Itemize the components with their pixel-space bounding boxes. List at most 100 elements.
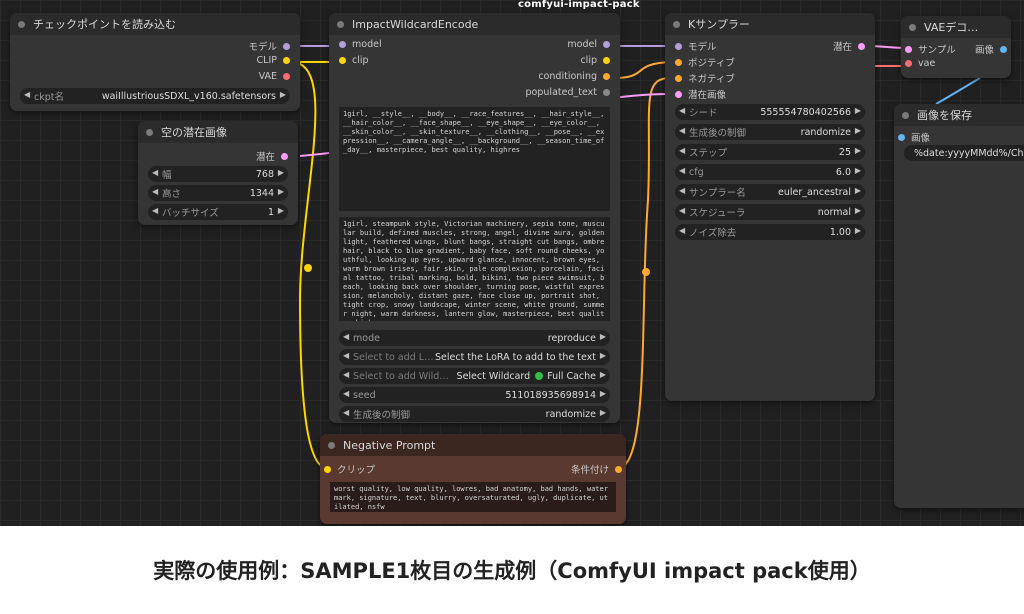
lora-select[interactable]: ◀ Select to add L… Select the LoRA to add … (339, 349, 610, 365)
arrow-left-icon[interactable]: ◀ (24, 90, 30, 99)
arrow-right-icon[interactable]: ▶ (855, 206, 861, 215)
input-positive[interactable]: ポジティブ (675, 55, 735, 69)
denoise-widget[interactable]: ◀ ノイズ除去 1.00 ▶ (675, 224, 865, 240)
collapse-dot-icon[interactable] (328, 441, 335, 449)
node-title-bar[interactable]: 空の潜在画像 (138, 121, 298, 143)
input-clip[interactable]: クリップ (324, 462, 375, 476)
conditioning-socket-icon[interactable] (615, 465, 622, 473)
latent-socket-icon[interactable] (905, 45, 912, 53)
collapse-dot-icon[interactable] (146, 128, 153, 136)
output-latent[interactable]: 潜在 (833, 39, 865, 53)
mode-select[interactable]: ◀ mode reproduce ▶ (339, 330, 610, 346)
control-after-generate-select[interactable]: ◀ 生成後の制御 randomize ▶ (675, 124, 865, 140)
input-vae[interactable]: vae (905, 58, 935, 69)
cfg-widget[interactable]: ◀ cfg 6.0 ▶ (675, 164, 865, 180)
output-clip[interactable]: CLIP (257, 55, 290, 66)
height-widget[interactable]: ◀ 高さ 1344 ▶ (148, 185, 288, 201)
negative-text-area[interactable]: worst quality, low quality, lowres, bad … (330, 482, 616, 512)
checkpoint-loader-node[interactable]: チェックポイントを読み込む モデル CLIP VAE ◀ ckpt名 waiIl… (10, 13, 300, 111)
clip-socket-icon[interactable] (324, 465, 331, 473)
arrow-left-icon[interactable]: ◀ (679, 146, 685, 155)
output-model[interactable]: model (567, 39, 610, 50)
input-model[interactable]: モデル (675, 39, 717, 53)
model-socket-icon[interactable] (339, 41, 346, 48)
input-samples[interactable]: サンプル (905, 42, 956, 56)
collapse-dot-icon[interactable] (673, 20, 680, 28)
arrow-right-icon[interactable]: ▶ (600, 332, 606, 341)
vae-socket-icon[interactable] (283, 73, 290, 80)
width-widget[interactable]: ◀ 幅 768 ▶ (148, 166, 288, 182)
arrow-right-icon[interactable]: ▶ (600, 408, 606, 417)
seed-widget[interactable]: ◀ seed 511018935698914 ▶ (339, 387, 610, 403)
output-latent[interactable]: 潜在 (256, 149, 288, 163)
model-socket-icon[interactable] (283, 42, 290, 50)
arrow-left-icon[interactable]: ◀ (343, 351, 349, 360)
arrow-left-icon[interactable]: ◀ (679, 166, 685, 175)
filename-prefix-input[interactable]: %date:yyyyMMdd%/Cha (904, 145, 1024, 161)
clip-socket-icon[interactable] (339, 57, 346, 64)
node-canvas[interactable]: comfyui-impact-pack チェックポイントを読み込む モデル CL… (0, 0, 1024, 526)
node-title-bar[interactable]: 画像を保存 (894, 104, 1024, 126)
image-socket-icon[interactable] (1000, 45, 1007, 53)
vae-decode-node[interactable]: VAEデコ… サンプル 画像 vae (901, 16, 1011, 78)
control-after-generate-select[interactable]: ◀ 生成後の制御 randomize ▶ (339, 406, 610, 422)
image-socket-icon[interactable] (898, 133, 905, 141)
model-socket-icon[interactable] (603, 41, 610, 48)
impact-wildcard-encode-node[interactable]: ImpactWildcardEncode model model clip cl… (329, 13, 620, 423)
arrow-right-icon[interactable]: ▶ (600, 351, 606, 360)
node-title-bar[interactable]: Kサンプラー (665, 13, 875, 35)
vae-socket-icon[interactable] (905, 60, 912, 67)
arrow-left-icon[interactable]: ◀ (343, 389, 349, 398)
clip-socket-icon[interactable] (603, 57, 610, 64)
arrow-right-icon[interactable]: ▶ (855, 226, 861, 235)
arrow-left-icon[interactable]: ◀ (679, 206, 685, 215)
collapse-dot-icon[interactable] (909, 23, 916, 31)
input-negative[interactable]: ネガティブ (675, 71, 735, 85)
node-title-bar[interactable]: チェックポイントを読み込む (10, 13, 300, 35)
seed-widget[interactable]: ◀ シード 555554780402566 ▶ (675, 104, 865, 120)
latent-socket-icon[interactable] (858, 42, 865, 50)
node-title-bar[interactable]: ImpactWildcardEncode (329, 13, 620, 35)
ckpt-name-select[interactable]: ◀ ckpt名 waiIllustriousSDXL_v160.safetens… (20, 88, 290, 104)
output-vae[interactable]: VAE (259, 71, 290, 82)
arrow-right-icon[interactable]: ▶ (855, 106, 861, 115)
arrow-right-icon[interactable]: ▶ (278, 187, 284, 196)
ksampler-node[interactable]: Kサンプラー モデル 潜在 ポジティブ ネガティブ 潜在画像 ◀ シード 55555… (665, 13, 875, 401)
sampler-name-select[interactable]: ◀ サンプラー名 euler_ancestral ▶ (675, 184, 865, 200)
output-model[interactable]: モデル (248, 39, 290, 53)
input-latent[interactable]: 潜在画像 (675, 87, 726, 101)
arrow-left-icon[interactable]: ◀ (679, 186, 685, 195)
arrow-left-icon[interactable]: ◀ (679, 126, 685, 135)
output-populated-text[interactable]: populated_text (526, 87, 610, 98)
conditioning-socket-icon[interactable] (675, 58, 682, 66)
output-clip[interactable]: clip (580, 55, 610, 66)
populated-text-area[interactable]: 1girl, steampunk style, Victorian machin… (339, 217, 610, 321)
output-conditioning[interactable]: 条件付け (571, 462, 622, 476)
arrow-right-icon[interactable]: ▶ (855, 166, 861, 175)
arrow-left-icon[interactable]: ◀ (679, 226, 685, 235)
output-conditioning[interactable]: conditioning (538, 71, 610, 82)
conditioning-socket-icon[interactable] (603, 73, 610, 80)
string-socket-icon[interactable] (603, 89, 610, 96)
output-image[interactable]: 画像 (975, 42, 1007, 56)
arrow-left-icon[interactable]: ◀ (152, 206, 158, 215)
input-model[interactable]: model (339, 39, 382, 50)
arrow-right-icon[interactable]: ▶ (855, 186, 861, 195)
collapse-dot-icon[interactable] (337, 20, 344, 28)
model-socket-icon[interactable] (675, 42, 682, 50)
arrow-left-icon[interactable]: ◀ (679, 106, 685, 115)
arrow-right-icon[interactable]: ▶ (600, 370, 606, 379)
latent-socket-icon[interactable] (675, 90, 682, 98)
wildcard-select[interactable]: ◀ Select to add Wild… Select Wildcard Full … (339, 368, 610, 384)
arrow-right-icon[interactable]: ▶ (278, 206, 284, 215)
collapse-dot-icon[interactable] (18, 20, 25, 28)
arrow-right-icon[interactable]: ▶ (855, 146, 861, 155)
arrow-right-icon[interactable]: ▶ (855, 126, 861, 135)
arrow-right-icon[interactable]: ▶ (278, 168, 284, 177)
scheduler-select[interactable]: ◀ スケジューラ normal ▶ (675, 204, 865, 220)
steps-widget[interactable]: ◀ ステップ 25 ▶ (675, 144, 865, 160)
negative-prompt-node[interactable]: Negative Prompt クリップ 条件付け worst quality,… (320, 434, 626, 524)
arrow-left-icon[interactable]: ◀ (343, 332, 349, 341)
arrow-left-icon[interactable]: ◀ (152, 187, 158, 196)
batch-size-widget[interactable]: ◀ バッチサイズ 1 ▶ (148, 204, 288, 220)
